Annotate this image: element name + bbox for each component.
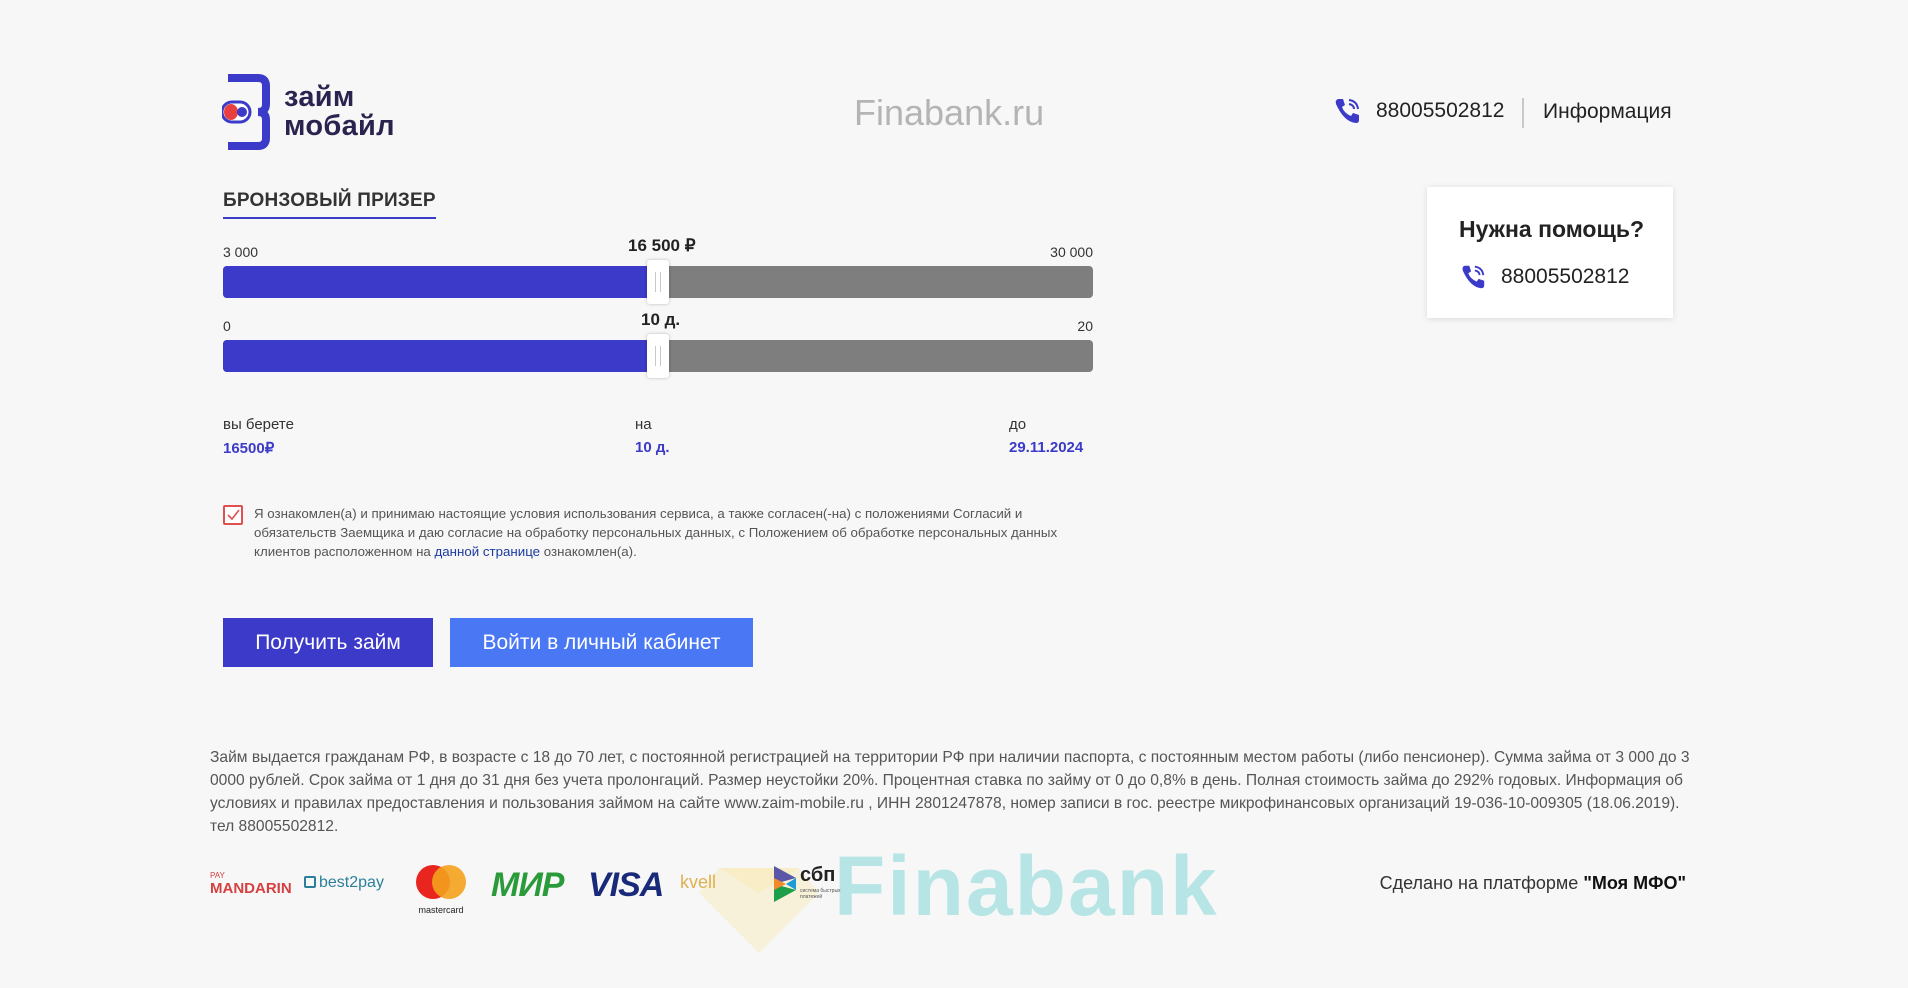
consent-text-before: Я ознакомлен(а) и принимаю настоящие усл… (254, 506, 1058, 559)
check-icon (227, 509, 240, 521)
help-phone-number: 88005502812 (1501, 265, 1630, 288)
sbp-icon (774, 866, 796, 902)
amount-min-label: 3 000 (223, 244, 259, 260)
kvell-logo: kvell (680, 872, 717, 892)
consent-link[interactable]: данной странице (435, 544, 541, 559)
days-min-label: 0 (223, 318, 231, 334)
days-slider: 0 10 д. 20 (223, 310, 1093, 378)
days-max-label: 20 (1077, 318, 1093, 334)
days-slider-thumb[interactable] (647, 334, 669, 378)
amount-value-label: 16 500 ₽ (628, 236, 696, 255)
days-track[interactable] (223, 334, 1093, 378)
logo-text-line2: мобайл (284, 110, 395, 142)
best2pay-icon (304, 876, 316, 888)
header-phone-link[interactable]: 88005502812 (1332, 96, 1504, 126)
summary-term: на 10 д. (635, 416, 670, 456)
sbp-logo: сбп система быстрых платежей (772, 862, 842, 908)
amount-track[interactable] (223, 260, 1093, 304)
section-title: БРОНЗОВЫЙ ПРИЗЕР (223, 190, 436, 219)
mastercard-icon (416, 865, 466, 899)
summary-date: до 29.11.2024 (1009, 416, 1083, 456)
amount-slider: 3 000 16 500 ₽ 30 000 (223, 236, 1093, 304)
mastercard-logo: mastercard (413, 864, 469, 915)
best2pay-logo: best2pay (304, 874, 384, 892)
header-phone-number: 88005502812 (1376, 99, 1505, 122)
consent-checkbox[interactable] (223, 505, 243, 525)
mastercard-logo-text: mastercard (418, 905, 464, 915)
summary-term-label: на (635, 416, 652, 433)
platform-credit: Сделано на платформе "Моя МФО" (1380, 873, 1686, 894)
logo-icon (222, 74, 270, 150)
watermark-top: Finabank.ru (854, 92, 1045, 133)
summary-amount-value: 16500₽ (223, 440, 275, 457)
consent-text: Я ознакомлен(а) и принимаю настоящие усл… (254, 504, 1084, 561)
amount-fill (223, 266, 658, 298)
mandarin-logo-top: PAY (210, 871, 225, 880)
amount-slider-thumb[interactable] (647, 260, 669, 304)
best2pay-logo-text: best2pay (319, 874, 384, 891)
mandarin-logo-text: MANDARIN (210, 880, 292, 897)
platform-name[interactable]: "Моя МФО" (1583, 873, 1686, 893)
amount-max-label: 30 000 (1050, 244, 1093, 260)
help-phone-link[interactable]: 88005502812 (1459, 263, 1629, 291)
logo-text: займ мобайл (284, 83, 395, 141)
help-title: Нужна помощь? (1459, 216, 1645, 242)
help-card: Нужна помощь? 88005502812 (1427, 187, 1673, 318)
get-loan-button[interactable]: Получить займ (223, 618, 433, 667)
summary-amount: вы берете 16500₽ (223, 416, 294, 457)
summary-date-label: до (1009, 416, 1027, 433)
watermark-bottom-text: Finabank (834, 839, 1219, 933)
consent-text-after: ознакомлен(а). (540, 544, 637, 559)
summary-term-value: 10 д. (635, 439, 670, 456)
logo[interactable]: займ мобайл (222, 74, 412, 150)
mandarin-logo: PAY MANDARIN (210, 871, 292, 898)
phone-icon (1335, 99, 1359, 123)
summary-date-value: 29.11.2024 (1009, 439, 1084, 456)
phone-icon (1462, 265, 1485, 289)
info-link[interactable]: Информация (1543, 100, 1672, 124)
mir-logo: МИР (491, 866, 564, 904)
days-value-label: 10 д. (641, 310, 681, 329)
header-divider (1522, 98, 1524, 128)
sbp-logo-subtext: система быстрых платежей (800, 888, 841, 900)
disclaimer: Займ выдается гражданам РФ, в возрасте с… (210, 749, 1690, 835)
days-fill (223, 340, 658, 372)
platform-prefix: Сделано на платформе (1379, 873, 1584, 893)
summary-amount-label: вы берете (223, 416, 294, 433)
sbp-logo-text: сбп (800, 864, 836, 886)
logo-text-line1: займ (284, 81, 355, 113)
visa-logo: VISA (588, 866, 664, 904)
login-button[interactable]: Войти в личный кабинет (450, 618, 753, 667)
payment-logos: PAY MANDARIN best2pay mastercard МИР VIS… (210, 858, 850, 915)
